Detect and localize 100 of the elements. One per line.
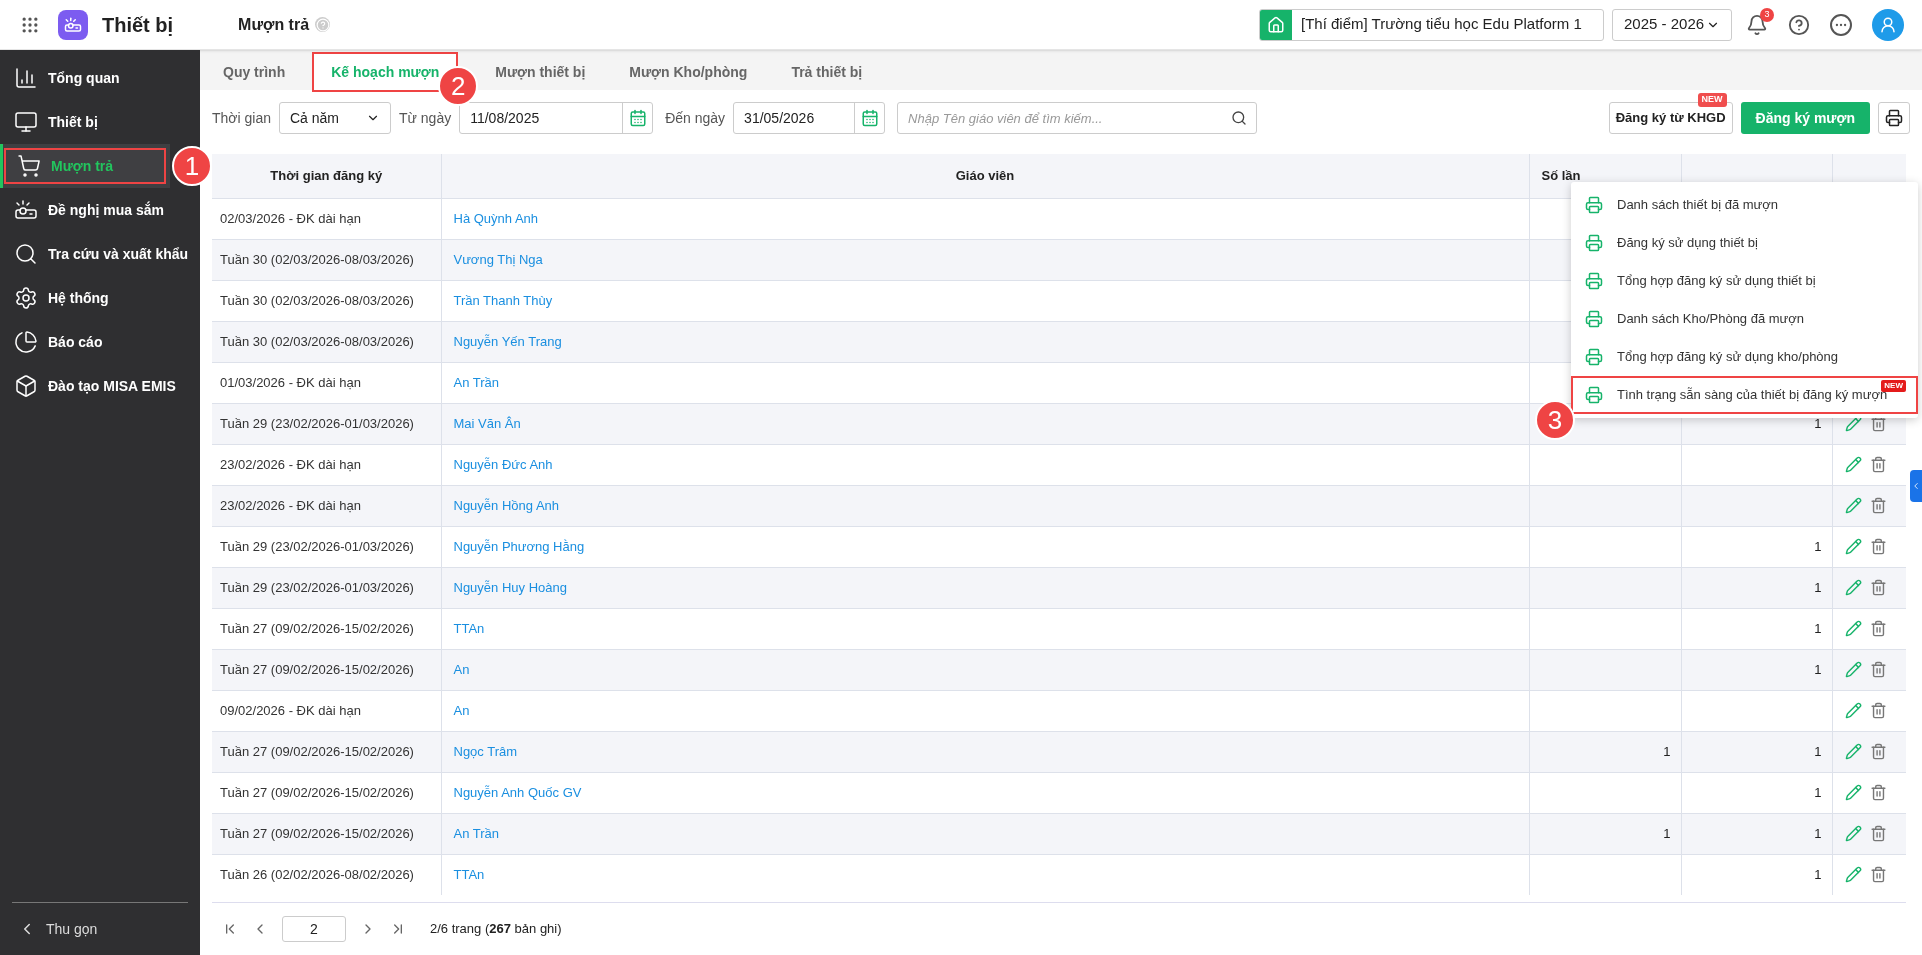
menu-item[interactable]: Tổng hợp đăng ký sử dụng kho/phòng: [1571, 338, 1918, 376]
teacher-link[interactable]: An: [453, 702, 470, 718]
school-selector[interactable]: [Thí điểm] Trường tiểu học Edu Platform 1: [1259, 8, 1604, 41]
step-number-marker: 2: [438, 66, 479, 106]
tab[interactable]: Mượn thiết bị: [480, 54, 601, 90]
edit-icon[interactable]: [1844, 743, 1862, 760]
sidebar-item[interactable]: Đề nghị mua sắm: [0, 188, 200, 232]
edit-icon[interactable]: [1844, 497, 1862, 514]
delete-icon[interactable]: [1869, 743, 1887, 760]
menu-item[interactable]: Đăng ký sử dụng thiết bị: [1571, 224, 1918, 262]
import-plan-button[interactable]: Đăng ký từ KHGD: [1608, 102, 1733, 134]
delete-icon[interactable]: [1869, 702, 1887, 719]
table-cell: 1: [1663, 825, 1671, 841]
teacher-link[interactable]: TTAn: [453, 867, 485, 882]
to-date-label: Đến ngày: [665, 108, 726, 128]
teacher-link[interactable]: Ngọc Trâm: [453, 743, 518, 759]
printer-icon: [1585, 310, 1603, 328]
to-date-field[interactable]: 31/05/2026: [733, 102, 886, 134]
teacher-link[interactable]: Nguyễn Đức Anh: [453, 456, 553, 472]
edit-icon[interactable]: [1844, 579, 1862, 596]
search-icon[interactable]: [1231, 110, 1248, 126]
menu-item[interactable]: Danh sách Kho/Phòng đã mượn: [1571, 300, 1918, 338]
teacher-link[interactable]: An Trần: [453, 374, 500, 390]
sidebar-item[interactable]: Thiết bị: [0, 100, 200, 144]
from-date-field[interactable]: 11/08/2025: [459, 102, 654, 134]
teacher-link[interactable]: Nguyễn Yến Trang: [453, 333, 562, 349]
printer-icon: [1885, 109, 1903, 127]
new-badge: NEW: [1881, 380, 1906, 392]
year-select[interactable]: 2025 - 2026: [1612, 8, 1732, 41]
sidebar-item[interactable]: Mượn trả: [0, 144, 170, 188]
teacher-link[interactable]: Mai Văn Ân: [453, 415, 521, 431]
help-icon[interactable]: [1788, 13, 1810, 36]
edit-icon[interactable]: [1844, 415, 1862, 432]
sidebar-item[interactable]: Hệ thống: [0, 276, 200, 320]
teacher-link[interactable]: Nguyễn Huy Hoàng: [453, 579, 567, 595]
delete-icon[interactable]: [1869, 661, 1887, 678]
projector-icon: [14, 198, 38, 222]
teacher-link[interactable]: An: [453, 661, 470, 677]
cube-icon: [14, 374, 38, 398]
delete-icon[interactable]: [1869, 825, 1887, 842]
tab[interactable]: Trả thiết bị: [776, 54, 878, 90]
table-cell: 1: [1814, 415, 1822, 431]
bar-chart-icon: [14, 66, 38, 90]
sidebar-item[interactable]: Đào tạo MISA EMIS: [0, 364, 200, 408]
table-cell: 1: [1814, 538, 1822, 554]
edit-icon[interactable]: [1844, 538, 1862, 555]
chevron-left-icon: [1911, 481, 1921, 491]
edit-icon[interactable]: [1844, 620, 1862, 637]
sidebar-item[interactable]: Tổng quan: [0, 56, 200, 100]
teacher-link[interactable]: An Trần: [453, 825, 500, 841]
period-select[interactable]: Cả năm: [279, 102, 391, 134]
app-title: Thiết bị: [102, 12, 174, 38]
edit-icon[interactable]: [1844, 661, 1862, 678]
teacher-link[interactable]: Hà Quỳnh Anh: [453, 210, 539, 226]
register-borrow-button[interactable]: Đăng ký mượn: [1740, 102, 1870, 134]
delete-icon[interactable]: [1869, 415, 1887, 432]
tab[interactable]: Mượn Kho/phòng: [614, 54, 763, 90]
cart-icon: [17, 154, 41, 178]
search-field[interactable]: Nhập Tên giáo viên để tìm kiếm...: [897, 102, 1258, 134]
printer-icon: [1585, 272, 1603, 290]
collapse-button[interactable]: Thu gọn: [0, 903, 200, 955]
delete-icon[interactable]: [1869, 866, 1887, 884]
period-label: Thời gian: [212, 108, 271, 128]
table-cell: 1: [1814, 579, 1822, 595]
notification-button[interactable]: [1746, 13, 1768, 36]
new-badge: NEW: [1697, 93, 1727, 107]
edit-icon[interactable]: [1844, 784, 1862, 801]
teacher-link[interactable]: TTAn: [453, 620, 485, 636]
delete-icon[interactable]: [1869, 497, 1887, 514]
table-cell: 1: [1814, 661, 1822, 677]
edit-icon[interactable]: [1844, 825, 1862, 842]
edit-icon[interactable]: [1844, 702, 1862, 719]
delete-icon[interactable]: [1869, 538, 1887, 555]
avatar[interactable]: [1872, 8, 1904, 41]
menu-item[interactable]: Tổng hợp đăng ký sử dụng thiết bị: [1571, 262, 1918, 300]
more-icon[interactable]: [1830, 13, 1852, 36]
teacher-link[interactable]: Trần Thanh Thùy: [453, 292, 553, 308]
teacher-link[interactable]: Nguyễn Hồng Anh: [453, 497, 560, 513]
delete-icon[interactable]: [1869, 456, 1887, 473]
delete-icon[interactable]: [1869, 620, 1887, 637]
delete-icon[interactable]: [1869, 784, 1887, 801]
tab[interactable]: Quy trình: [208, 54, 301, 90]
page-number-field[interactable]: 2: [282, 916, 346, 942]
from-date-label: Từ ngày: [399, 108, 452, 128]
table-cell: 1: [1814, 784, 1822, 800]
table-cell: 1: [1814, 620, 1822, 636]
sidebar-item[interactable]: Tra cứu và xuất khẩu: [0, 232, 200, 276]
print-button[interactable]: [1878, 102, 1910, 134]
teacher-link[interactable]: Nguyễn Phương Hằng: [453, 538, 585, 554]
teacher-link[interactable]: Nguyễn Anh Quốc GV: [453, 784, 582, 800]
delete-icon[interactable]: [1869, 579, 1887, 596]
notification-count: 3: [1760, 7, 1774, 22]
printer-icon: [1585, 234, 1603, 252]
sidebar-item[interactable]: Báo cáo: [0, 320, 200, 364]
school-home-icon: [1260, 9, 1292, 40]
edit-icon[interactable]: [1844, 866, 1862, 884]
teacher-link[interactable]: Vương Thị Nga: [453, 251, 543, 267]
edit-icon[interactable]: [1844, 456, 1862, 473]
printer-icon: [1585, 386, 1603, 404]
side-panel-toggle[interactable]: [1910, 470, 1922, 502]
